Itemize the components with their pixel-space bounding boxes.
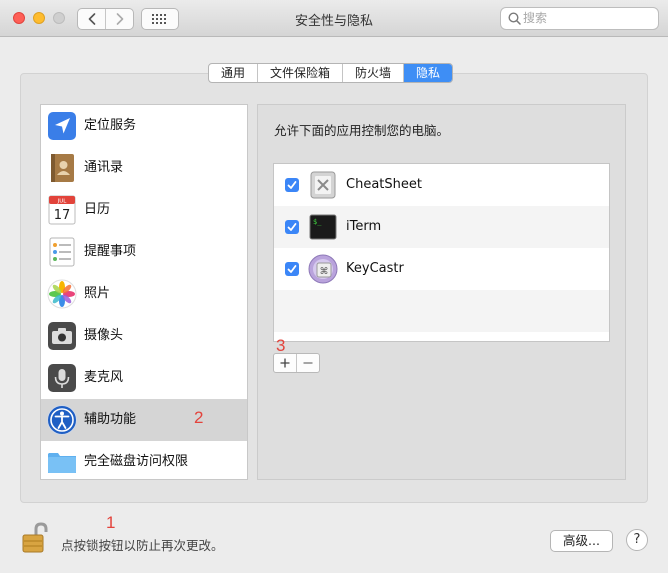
app-row-empty bbox=[274, 290, 609, 332]
app-name: KeyCastr bbox=[346, 261, 404, 276]
sidebar-item-contacts[interactable]: 通讯录 bbox=[41, 147, 247, 189]
sidebar-item-microphone[interactable]: 麦克风 bbox=[41, 357, 247, 399]
app-checkbox[interactable] bbox=[285, 178, 299, 192]
advanced-button[interactable]: 高级... bbox=[550, 530, 613, 552]
checkmark-icon bbox=[287, 223, 297, 231]
panel-description: 允许下面的应用控制您的电脑。 bbox=[274, 123, 450, 138]
search-input[interactable] bbox=[523, 10, 653, 26]
plus-icon bbox=[280, 358, 290, 368]
sidebar-item-label: 通讯录 bbox=[84, 160, 124, 175]
keycastr-app-icon: ⌘ bbox=[308, 254, 338, 284]
minus-icon bbox=[303, 362, 313, 364]
svg-text:JUL: JUL bbox=[57, 199, 68, 205]
sidebar-item-reminders[interactable]: 提醒事项 bbox=[41, 231, 247, 273]
security-privacy-window: 安全性与隐私 通用 文件保险箱 防火墙 隐私 定位服务 bbox=[0, 0, 668, 573]
app-row-keycastr: ⌘ KeyCastr bbox=[274, 248, 609, 290]
sidebar-item-label: 照片 bbox=[84, 286, 111, 301]
sidebar-item-calendar[interactable]: JUL 17 日历 bbox=[41, 189, 247, 231]
tab-firewall[interactable]: 防火墙 bbox=[343, 64, 405, 82]
sidebar-item-label: 摄像头 bbox=[84, 328, 124, 343]
sidebar-item-photos[interactable]: 照片 bbox=[41, 273, 247, 315]
photos-icon bbox=[47, 279, 77, 309]
microphone-icon bbox=[48, 364, 76, 392]
lock-open-icon[interactable] bbox=[22, 522, 48, 554]
help-button[interactable]: ? bbox=[626, 529, 648, 551]
checkmark-icon bbox=[287, 265, 297, 273]
title-bar: 安全性与隐私 bbox=[0, 0, 668, 37]
checkmark-icon bbox=[287, 181, 297, 189]
cheatsheet-app-icon bbox=[310, 171, 336, 199]
remove-app-button[interactable] bbox=[296, 354, 319, 372]
accessibility-icon bbox=[47, 405, 77, 435]
tab-privacy[interactable]: 隐私 bbox=[404, 64, 453, 82]
tab-filevault[interactable]: 文件保险箱 bbox=[258, 64, 344, 82]
folder-icon bbox=[48, 453, 76, 473]
calendar-icon: JUL 17 bbox=[48, 195, 76, 225]
app-row-iterm: $_ iTerm bbox=[274, 206, 609, 248]
sidebar-item-location-services[interactable]: 定位服务 bbox=[41, 105, 247, 147]
app-name: CheatSheet bbox=[346, 177, 422, 192]
app-checkbox[interactable] bbox=[285, 262, 299, 276]
sidebar-item-camera[interactable]: 摄像头 bbox=[41, 315, 247, 357]
annotation-number-1: 1 bbox=[106, 513, 116, 532]
annotation-number-3: 3 bbox=[276, 336, 286, 355]
app-list: CheatSheet $_ iTerm ⌘ KeyCastr bbox=[273, 163, 610, 342]
svg-text:⌘: ⌘ bbox=[320, 267, 329, 277]
reminders-icon bbox=[49, 237, 75, 267]
sidebar-item-accessibility[interactable]: 辅助功能 bbox=[41, 399, 247, 441]
sidebar-item-label: 辅助功能 bbox=[84, 412, 137, 427]
camera-icon bbox=[48, 322, 76, 350]
app-checkbox[interactable] bbox=[285, 220, 299, 234]
app-name: iTerm bbox=[346, 219, 382, 234]
lock-instruction-text: 点按锁按钮以防止再次更改。 bbox=[61, 538, 224, 553]
annotation-number-2: 2 bbox=[194, 408, 204, 427]
sidebar-item-label: 麦克风 bbox=[84, 370, 124, 385]
svg-text:$_: $_ bbox=[313, 218, 322, 226]
add-app-button[interactable] bbox=[274, 354, 296, 372]
search-field[interactable] bbox=[500, 7, 659, 30]
location-arrow-icon bbox=[48, 112, 76, 140]
svg-text:17: 17 bbox=[54, 208, 71, 223]
iterm-app-icon: $_ bbox=[309, 214, 337, 240]
sidebar-item-label: 完全磁盘访问权限 bbox=[84, 454, 189, 469]
contacts-book-icon bbox=[51, 154, 74, 182]
search-icon bbox=[508, 12, 521, 25]
app-row-cheatsheet: CheatSheet bbox=[274, 164, 609, 206]
privacy-category-list: 定位服务 通讯录 JUL 17 日历 提醒事项 照片 摄像头 麦克风 辅助功能 … bbox=[40, 104, 248, 480]
tab-bar: 通用 文件保险箱 防火墙 隐私 bbox=[208, 63, 454, 83]
add-remove-buttons bbox=[273, 353, 320, 373]
sidebar-item-label: 提醒事项 bbox=[84, 244, 137, 259]
sidebar-item-label: 定位服务 bbox=[84, 118, 137, 133]
sidebar-item-label: 日历 bbox=[84, 202, 111, 217]
tab-general[interactable]: 通用 bbox=[209, 64, 259, 82]
sidebar-item-full-disk-access[interactable]: 完全磁盘访问权限 bbox=[41, 441, 247, 479]
